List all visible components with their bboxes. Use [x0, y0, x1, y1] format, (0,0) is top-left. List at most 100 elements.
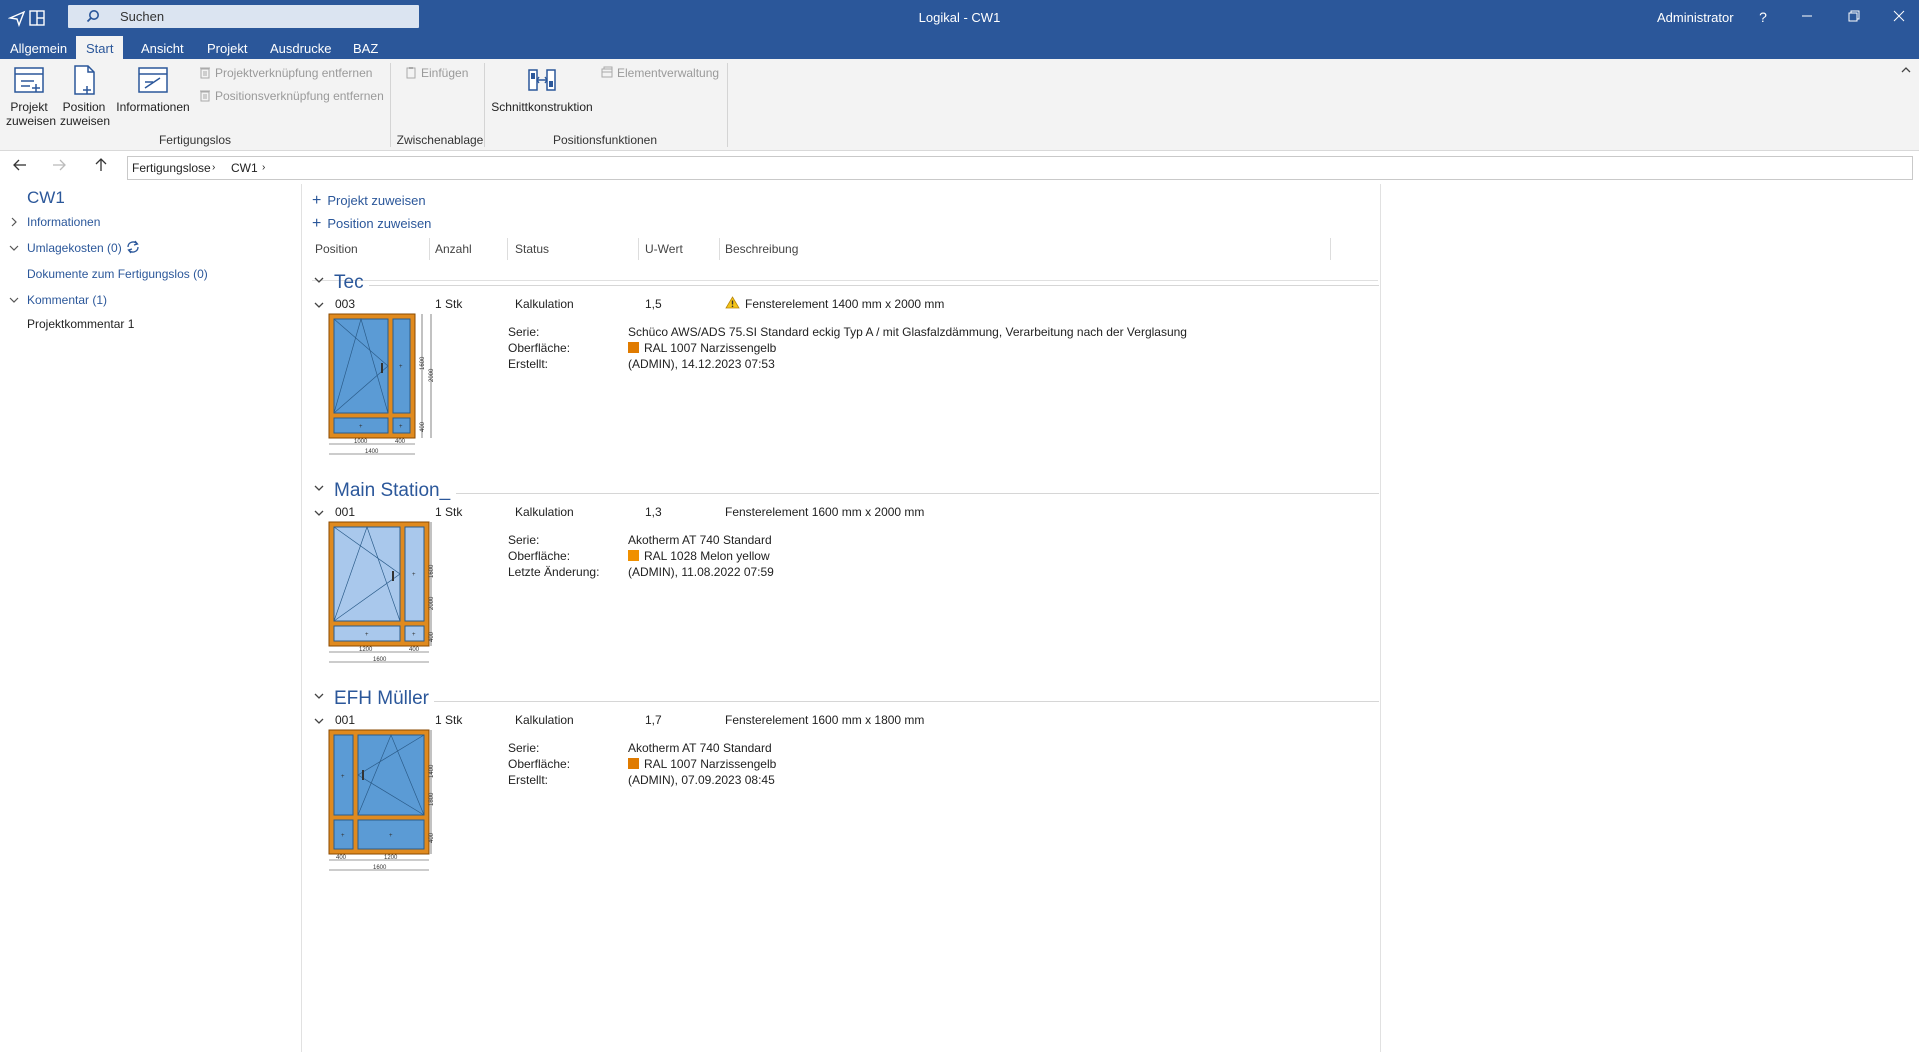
breadcrumb[interactable]: Fertigungslose › CW1 › — [127, 156, 1913, 180]
cell-status: Kalkulation — [515, 505, 574, 519]
window-title: Logikal - CW1 — [918, 10, 1001, 25]
chevron-down-icon[interactable] — [314, 509, 324, 517]
projekt-zuweisen-link[interactable]: + Projekt zuweisen — [312, 192, 426, 210]
tab-projekt[interactable]: Projekt — [197, 36, 257, 59]
breadcrumb-separator-icon[interactable]: › — [262, 162, 265, 173]
oberflaeche-text: RAL 1028 Melon yellow — [644, 549, 770, 563]
oberflaeche-label: Oberfläche: — [508, 757, 571, 771]
sidebar-item-kommentar[interactable]: Kommentar (1) — [27, 293, 107, 307]
sidebar-item-informationen[interactable]: Informationen — [27, 215, 100, 229]
trash-icon — [200, 90, 210, 102]
schnittkonstruktion-label: Schnittkonstruktion — [491, 100, 593, 114]
column-separator[interactable] — [507, 238, 508, 260]
column-separator[interactable] — [719, 238, 720, 260]
position-zuweisen-label-2: zuweisen — [60, 114, 111, 128]
projekt-zuweisen-button[interactable]: Projekt zuweisen — [6, 64, 56, 128]
lot-title: CW1 — [27, 188, 65, 207]
up-button[interactable] — [90, 157, 112, 179]
sidebar-item-dokumente[interactable]: Dokumente zum Fertigungslos (0) — [27, 267, 208, 281]
chevron-down-icon[interactable] — [314, 301, 324, 309]
title-bar: Suchen Logikal - CW1 Administrator ? — [0, 0, 1919, 36]
positionsverknuepfung-entfernen-button[interactable]: Positionsverknüpfung entfernen — [199, 89, 384, 103]
restore-button[interactable] — [1834, 4, 1874, 30]
oberflaeche-label: Oberfläche: — [508, 549, 571, 563]
svg-text:+: + — [399, 364, 403, 370]
back-button[interactable] — [9, 157, 31, 179]
breadcrumb-item-cw1[interactable]: CW1 — [231, 161, 258, 175]
column-header-position[interactable]: Position — [315, 242, 358, 256]
window-drawing[interactable]: + + + 1600 400 2000 1000 400 1400 — [321, 310, 436, 458]
einfuegen-button[interactable]: Einfügen — [405, 66, 468, 80]
column-separator[interactable] — [429, 238, 430, 260]
breadcrumb-item-fertigungslose[interactable]: Fertigungslose — [132, 161, 211, 175]
chevron-right-icon[interactable] — [10, 217, 18, 227]
close-button[interactable] — [1879, 4, 1919, 30]
information-icon — [138, 67, 168, 93]
serie-label: Serie: — [508, 741, 540, 755]
chevron-down-icon[interactable] — [314, 692, 324, 700]
help-button[interactable]: ? — [1743, 4, 1783, 30]
svg-text:400: 400 — [429, 832, 435, 843]
svg-text:1400: 1400 — [365, 449, 379, 455]
table-row[interactable]: 001 1 Stk Kalkulation 1,7 Fensterelement… — [303, 710, 1381, 728]
oberflaeche-text: RAL 1007 Narzissengelb — [644, 341, 777, 355]
group-divider — [369, 285, 1379, 286]
positionsverknuepfung-label: Positionsverknüpfung entfernen — [215, 89, 384, 103]
collapse-ribbon-icon[interactable] — [1901, 65, 1911, 77]
project-group-title[interactable]: Tec — [334, 272, 364, 294]
serie-label: Serie: — [508, 325, 540, 339]
project-group-title[interactable]: EFH Müller — [334, 688, 429, 710]
section-construction-icon — [528, 69, 556, 91]
erstellt-value: (ADMIN), 07.09.2023 08:45 — [628, 773, 775, 787]
oberflaeche-value: RAL 1028 Melon yellow — [628, 549, 770, 563]
tab-start[interactable]: Start — [76, 36, 124, 59]
refresh-icon[interactable] — [125, 240, 141, 254]
window-drawing[interactable]: + + + 1600 400 2000 1200 400 1600 — [321, 518, 436, 666]
user-name[interactable]: Administrator — [1657, 10, 1734, 25]
window-drawing[interactable]: + + + 1400 400 1800 400 1200 1600 — [321, 726, 436, 874]
tab-allgemein[interactable]: Allgemein — [0, 36, 77, 59]
column-header-status[interactable]: Status — [515, 242, 549, 256]
projekt-zuweisen-link-label: Projekt zuweisen — [327, 193, 426, 208]
column-header-u-wert[interactable]: U-Wert — [645, 242, 683, 256]
position-zuweisen-button[interactable]: Position zuweisen — [60, 64, 111, 128]
elementverwaltung-button[interactable]: Elementverwaltung — [601, 66, 719, 80]
assign-project-icon — [14, 67, 44, 93]
chevron-down-icon[interactable] — [9, 296, 19, 304]
projektverknuepfung-entfernen-button[interactable]: Projektverknüpfung entfernen — [199, 66, 372, 80]
erstellt-label: Erstellt: — [508, 773, 549, 787]
minimize-button[interactable] — [1787, 4, 1827, 30]
position-zuweisen-link[interactable]: + Position zuweisen — [312, 215, 431, 233]
column-separator[interactable] — [1330, 238, 1331, 260]
paste-icon — [406, 67, 416, 79]
column-separator[interactable] — [638, 238, 639, 260]
informationen-button[interactable]: Informationen — [114, 64, 192, 114]
column-header-beschreibung[interactable]: Beschreibung — [725, 242, 798, 256]
cell-beschreibung: Fensterelement 1600 mm x 2000 mm — [725, 505, 925, 519]
chevron-down-icon[interactable] — [314, 484, 324, 492]
project-group-title[interactable]: Main Station_ — [334, 480, 450, 502]
sidebar-item-umlagekosten[interactable]: Umlagekosten (0) — [27, 241, 122, 255]
column-header-anzahl[interactable]: Anzahl — [435, 242, 472, 256]
chevron-down-icon[interactable] — [314, 717, 324, 725]
chevron-down-icon[interactable] — [9, 244, 19, 252]
breadcrumb-separator-icon[interactable]: › — [212, 162, 215, 173]
schnittkonstruktion-button[interactable]: Schnittkonstruktion — [490, 64, 594, 114]
table-row[interactable]: 001 1 Stk Kalkulation 1,3 Fensterelement… — [303, 502, 1381, 520]
table-row[interactable]: 003 1 Stk Kalkulation 1,5 Fensterelement… — [303, 294, 1381, 312]
left-panel: CW1 Informationen Umlagekosten (0) Dokum… — [0, 184, 302, 1052]
sidebar-item-projektkommentar[interactable]: Projektkommentar 1 — [27, 317, 134, 331]
chevron-down-icon[interactable] — [314, 276, 324, 284]
cell-u-wert: 1,3 — [645, 505, 662, 519]
group-divider — [456, 493, 1379, 494]
serie-label: Serie: — [508, 533, 540, 547]
tab-ausdrucke[interactable]: Ausdrucke — [260, 36, 341, 59]
cell-position: 001 — [335, 505, 356, 519]
svg-text:1200: 1200 — [384, 855, 398, 861]
tab-baz[interactable]: BAZ — [343, 36, 388, 59]
group-label-positionsfunktionen: Positionsfunktionen — [552, 133, 658, 147]
cell-beschreibung: Fensterelement 1600 mm x 1800 mm — [725, 713, 925, 727]
tab-ansicht[interactable]: Ansicht — [131, 36, 194, 59]
forward-button[interactable] — [48, 157, 70, 179]
element-management-icon — [601, 66, 613, 78]
